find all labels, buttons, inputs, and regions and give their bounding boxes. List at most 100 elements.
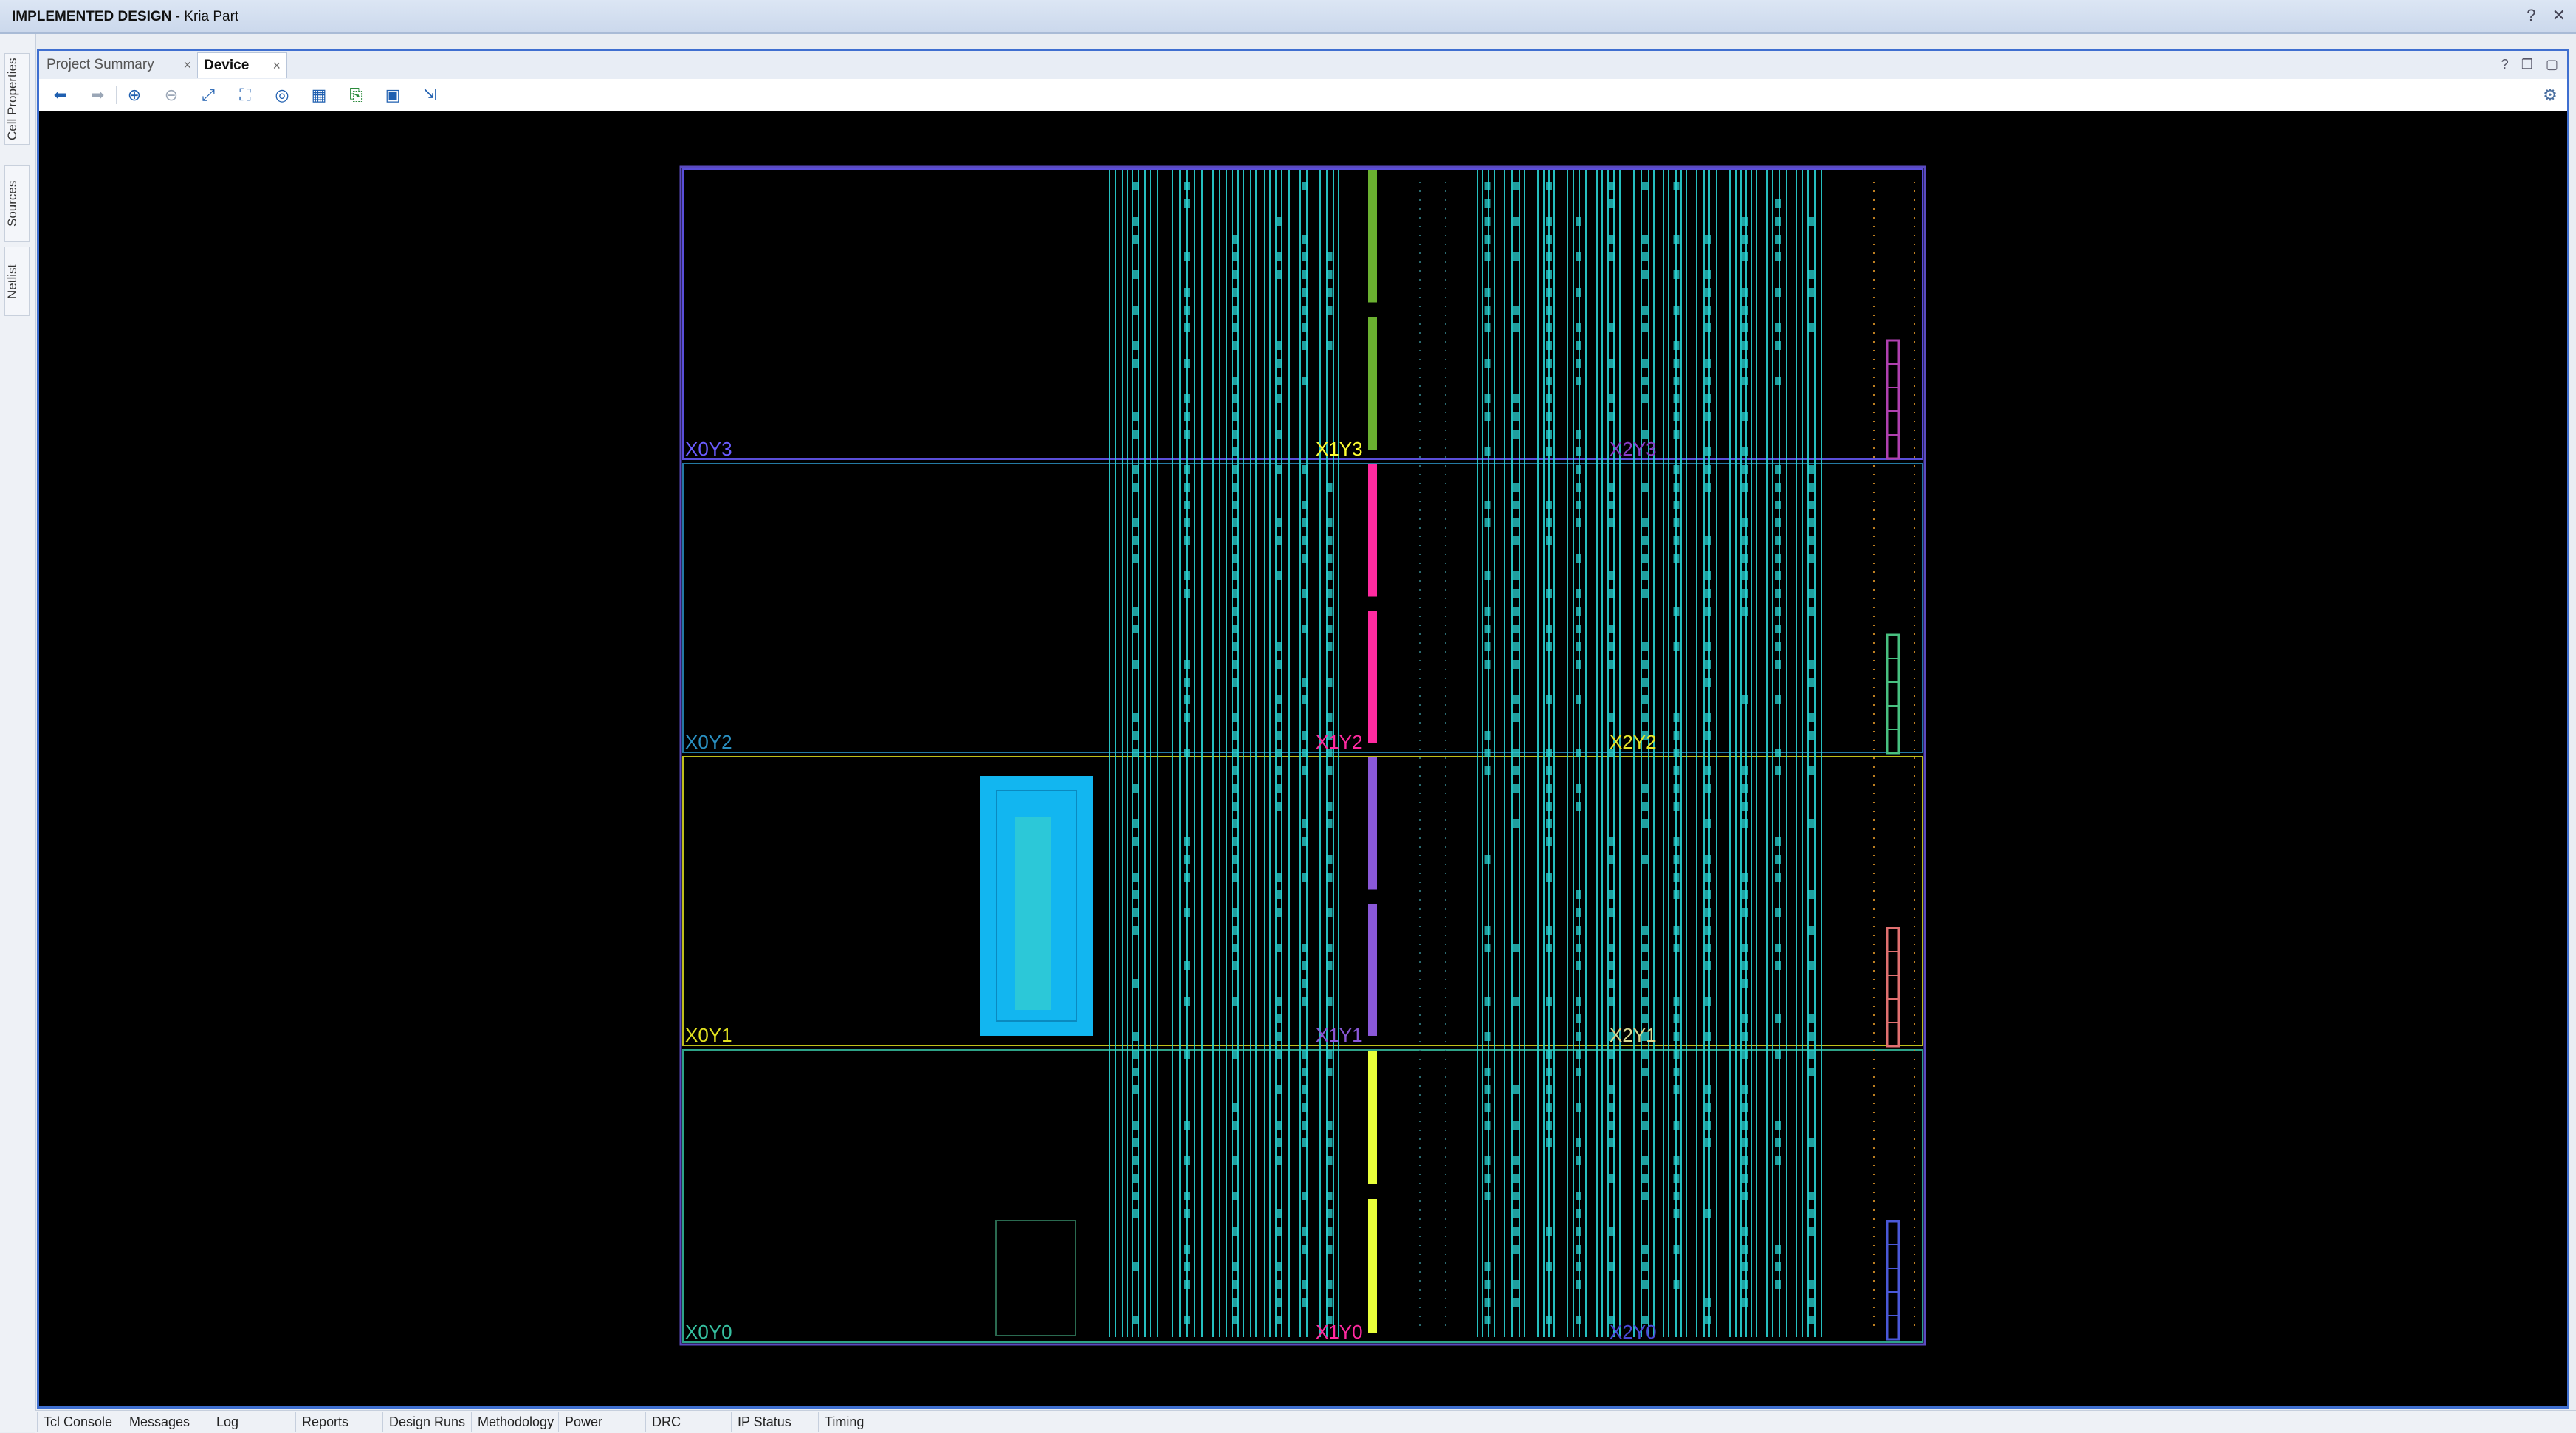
fabric-cell	[1705, 926, 1711, 935]
close-icon[interactable]: ✕	[2552, 6, 2566, 24]
fabric-cell	[1742, 944, 1748, 952]
fabric-cell	[1546, 341, 1552, 350]
maximize-icon[interactable]: ▢	[2546, 57, 2558, 72]
fabric-cell	[1133, 660, 1139, 669]
fabric-cell	[1232, 1316, 1238, 1324]
fabric-cell	[1576, 252, 1581, 261]
fabric-cell	[1742, 518, 1748, 527]
autofit-selection-icon[interactable]: ◎	[269, 84, 295, 106]
fabric-cell	[1742, 1156, 1748, 1165]
fabric-cell	[1277, 1156, 1282, 1165]
fabric-cell	[1705, 589, 1711, 598]
bottom-tab-messages[interactable]: Messages	[123, 1412, 210, 1432]
fabric-cell	[1184, 678, 1190, 687]
fabric-cell	[1232, 819, 1238, 828]
bottom-tab-drc[interactable]: DRC	[645, 1412, 731, 1432]
help-icon[interactable]: ?	[2527, 6, 2535, 24]
fabric-cell	[1184, 1156, 1190, 1165]
fabric-cell	[1302, 819, 1308, 828]
fabric-cell	[1705, 1121, 1711, 1130]
side-tab-sources[interactable]: Sources	[4, 165, 30, 242]
fabric-cell	[1484, 926, 1491, 935]
fabric-cell	[1705, 1032, 1711, 1041]
fabric-cell	[1484, 855, 1491, 864]
side-tab-cell-properties[interactable]: Cell Properties	[4, 53, 30, 145]
bottom-tab-tcl-console[interactable]: Tcl Console	[37, 1412, 123, 1432]
fabric-cell	[1742, 1227, 1748, 1236]
bottom-tab-ip-status[interactable]: IP Status	[731, 1412, 818, 1432]
close-icon[interactable]: ×	[272, 53, 281, 78]
fabric-cell	[1673, 536, 1680, 545]
fabric-cell	[1546, 802, 1552, 811]
fabric-cell	[1808, 1138, 1814, 1147]
fabric-cell	[1277, 1032, 1282, 1041]
bottom-tab-reports[interactable]: Reports	[295, 1412, 382, 1432]
bottom-tab-log[interactable]: Log	[210, 1412, 295, 1432]
fabric-cell	[1705, 465, 1711, 474]
fabric-cell	[1484, 749, 1491, 757]
fabric-cell	[1133, 465, 1139, 474]
show-io-icon[interactable]: ⎘	[343, 84, 368, 106]
fabric-cell	[1302, 678, 1308, 687]
fabric-cell	[1513, 1209, 1519, 1218]
fabric-cell	[1673, 182, 1680, 190]
fabric-cell	[1232, 1192, 1238, 1200]
fabric-cell	[1576, 1068, 1581, 1076]
select-area-icon[interactable]: ▣	[380, 84, 405, 106]
fabric-cell	[1184, 483, 1190, 492]
routing-resources-icon[interactable]: ▦	[306, 84, 332, 106]
close-icon[interactable]: ×	[183, 52, 191, 78]
fabric-cell	[1546, 1316, 1552, 1324]
tab-project-summary[interactable]: Project Summary ×	[41, 52, 197, 78]
device-canvas[interactable]: X0Y3 X1Y3 X2Y3 X0Y2 X1Y2 X2Y2 X0Y1 X1Y1 X2Y1 X0Y0…	[39, 111, 2567, 1406]
fabric-cell	[1642, 1280, 1648, 1289]
fabric-cell	[1642, 713, 1648, 722]
restore-icon[interactable]: ❐	[2521, 57, 2533, 72]
fabric-cell	[1277, 571, 1282, 580]
fabric-cell	[1742, 288, 1748, 297]
fabric-cell	[1673, 412, 1680, 421]
fabric-cell	[1133, 926, 1139, 935]
fabric-cell	[1133, 837, 1139, 846]
fabric-cell	[1133, 430, 1139, 439]
fabric-cell	[1576, 1050, 1581, 1059]
fabric-cell	[1326, 270, 1333, 279]
fabric-cell	[1277, 1298, 1282, 1307]
bottom-tab-design-runs[interactable]: Design Runs	[382, 1412, 471, 1432]
fabric-cell	[1232, 501, 1238, 509]
fabric-cell	[1484, 660, 1491, 669]
fabric-cell	[1742, 252, 1748, 261]
fabric-cell	[1277, 642, 1282, 651]
fabric-cell	[1513, 660, 1519, 669]
back-icon[interactable]: ⬅	[48, 84, 73, 106]
bottom-tab-methodology[interactable]: Methodology	[471, 1412, 558, 1432]
zoom-in-icon[interactable]: ⊕	[122, 84, 147, 106]
device-floorplan[interactable]: X0Y3 X1Y3 X2Y3 X0Y2 X1Y2 X2Y2 X0Y1 X1Y1 X2Y1 X0Y0…	[39, 111, 2567, 1406]
show-nets-icon[interactable]: ⇲	[417, 84, 442, 106]
bottom-tab-timing[interactable]: Timing	[818, 1412, 905, 1432]
fabric-cell	[1808, 1014, 1814, 1023]
fabric-cell	[1742, 961, 1748, 970]
settings-icon[interactable]: ⚙	[2538, 84, 2563, 106]
zoom-selected-icon[interactable]: ⛶	[233, 84, 258, 106]
side-tab-netlist[interactable]: Netlist	[4, 247, 30, 316]
zoom-fit-icon[interactable]: ⤢	[196, 84, 221, 106]
fabric-cell	[1576, 695, 1581, 704]
bottom-tab-power[interactable]: Power	[558, 1412, 645, 1432]
clock-spine-bar	[1368, 170, 1377, 303]
fabric-cell	[1302, 1068, 1308, 1076]
fabric-cell	[1742, 766, 1748, 775]
fabric-cell	[1232, 784, 1238, 793]
fabric-cell	[1302, 235, 1308, 244]
fabric-cell	[1277, 536, 1282, 545]
fabric-cell	[1277, 890, 1282, 899]
help-icon[interactable]: ?	[2501, 57, 2509, 72]
fabric-cell	[1484, 625, 1491, 633]
fabric-cell	[1808, 1280, 1814, 1289]
zoom-out-icon[interactable]: ⊖	[159, 84, 184, 106]
tab-device[interactable]: Device ×	[197, 52, 287, 78]
forward-icon[interactable]: ➡	[85, 84, 110, 106]
fabric-cell	[1232, 1280, 1238, 1289]
fabric-cell	[1775, 199, 1781, 208]
io-bank	[1886, 927, 1900, 1048]
